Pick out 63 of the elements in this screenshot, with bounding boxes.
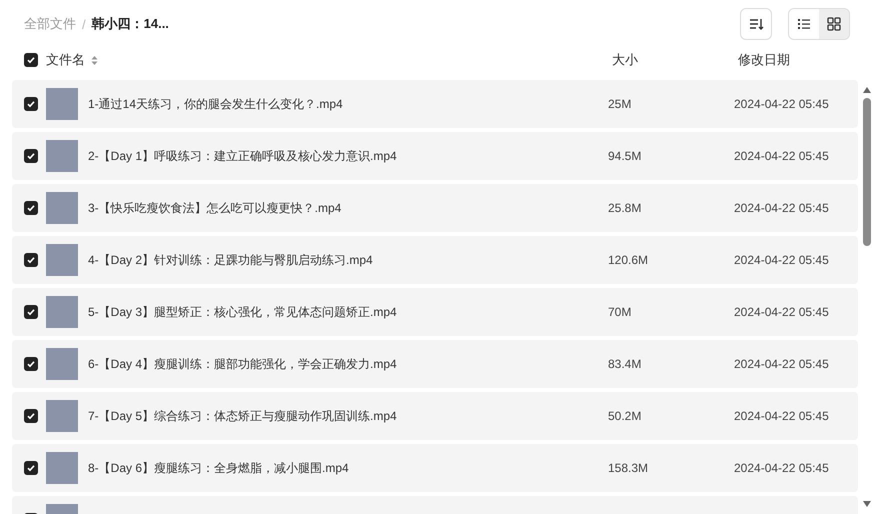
file-name[interactable]: 8-【Day 6】瘦腿练习：全身燃脂，减小腿围.mp4 (88, 460, 349, 476)
modified-date: 2024-04-22 05:45 (734, 149, 829, 163)
video-thumbnail (46, 192, 78, 224)
modified-date: 2024-04-22 05:45 (734, 253, 829, 267)
column-header[interactable]: 修改日期 (738, 51, 790, 69)
sort-arrows-icon[interactable] (91, 54, 98, 66)
file-size: 25M (608, 97, 632, 111)
file-name[interactable]: 1-通过14天练习，你的腿会发生什么变化？.mp4 (88, 96, 343, 112)
file-size: 158.3M (608, 461, 648, 475)
list-view-button[interactable] (789, 9, 819, 39)
column-header[interactable]: 文件名 (46, 51, 85, 69)
checkbox[interactable] (24, 53, 38, 67)
breadcrumb-item[interactable]: 韩小四：14... (92, 15, 169, 33)
scroll-down-arrow-icon[interactable] (862, 500, 872, 508)
modified-date: 2024-04-22 05:45 (734, 201, 829, 215)
checkbox[interactable] (24, 305, 38, 319)
file-row[interactable]: 6-【Day 4】瘦腿训练：腿部功能强化，学会正确发力.mp4 83.4M 2024-04-22 05:45 (12, 340, 858, 388)
file-size: 94.5M (608, 149, 642, 163)
file-size: 25.8M (608, 201, 642, 215)
modified-date: 2024-04-22 05:45 (734, 357, 829, 371)
breadcrumb-separator: / (82, 16, 86, 32)
file-row[interactable]: 8-【Day 6】瘦腿练习：全身燃脂，减小腿围.mp4 158.3M 2024-04-22 05:45 (12, 444, 858, 492)
video-thumbnail (46, 88, 78, 120)
modified-date: 2024-04-22 05:45 (734, 409, 829, 423)
file-row[interactable]: 4-【Day 2】针对训练：足踝功能与臀肌启动练习.mp4 120.6M 2024-04-22 05:45 (12, 236, 858, 284)
checkbox[interactable] (24, 149, 38, 163)
modified-date: 2024-04-22 05:45 (734, 305, 829, 319)
file-name[interactable]: 7-【Day 5】综合练习：体态矫正与瘦腿动作巩固训练.mp4 (88, 408, 397, 424)
file-size: 120.6M (608, 253, 648, 267)
list-icon (797, 17, 811, 31)
checkbox[interactable] (24, 201, 38, 215)
file-row[interactable]: 7-【Day 5】综合练习：体态矫正与瘦腿动作巩固训练.mp4 50.2M 2024-04-22 05:45 (12, 392, 858, 440)
video-thumbnail (46, 400, 78, 432)
video-thumbnail (46, 452, 78, 484)
file-name[interactable]: 2-【Day 1】呼吸练习：建立正确呼吸及核心发力意识.mp4 (88, 148, 397, 164)
sort-icon (748, 16, 764, 32)
file-name[interactable]: 6-【Day 4】瘦腿训练：腿部功能强化，学会正确发力.mp4 (88, 356, 397, 372)
scrollbar-thumb[interactable] (863, 98, 871, 246)
sort-button[interactable] (740, 8, 772, 40)
checkbox[interactable] (24, 409, 38, 423)
grid-icon (827, 17, 841, 31)
checkbox[interactable] (24, 97, 38, 111)
file-row[interactable]: 5-【Day 3】腿型矫正：核心强化，常见体态问题矫正.mp4 70M 2024-04-22 05:45 (12, 288, 858, 336)
checkbox[interactable] (24, 461, 38, 475)
video-thumbnail (46, 296, 78, 328)
video-thumbnail (46, 140, 78, 172)
modified-date: 2024-04-22 05:45 (734, 461, 829, 475)
file-size: 83.4M (608, 357, 642, 371)
file-size: 70M (608, 305, 632, 319)
file-row[interactable]: 2-【Day 1】呼吸练习：建立正确呼吸及核心发力意识.mp4 94.5M 2024-04-22 05:45 (12, 132, 858, 180)
video-thumbnail (46, 244, 78, 276)
column-header[interactable]: 大小 (612, 51, 638, 69)
file-name[interactable]: 5-【Day 3】腿型矫正：核心强化，常见体态问题矫正.mp4 (88, 304, 397, 320)
file-name[interactable]: 4-【Day 2】针对训练：足踝功能与臀肌启动练习.mp4 (88, 252, 373, 268)
modified-date: 2024-04-22 05:45 (734, 97, 829, 111)
video-thumbnail (46, 348, 78, 380)
file-name[interactable]: 3-【快乐吃瘦饮食法】怎么吃可以瘦更快？.mp4 (88, 200, 342, 216)
file-row[interactable]: 1-通过14天练习，你的腿会发生什么变化？.mp4 25M 2024-04-22 05:45 (12, 80, 858, 128)
checkbox[interactable] (24, 253, 38, 267)
file-row[interactable]: 3-【快乐吃瘦饮食法】怎么吃可以瘦更快？.mp4 25.8M 2024-04-22 05:45 (12, 184, 858, 232)
file-size: 50.2M (608, 409, 642, 423)
checkbox[interactable] (24, 357, 38, 371)
scroll-up-arrow-icon[interactable] (862, 86, 872, 94)
